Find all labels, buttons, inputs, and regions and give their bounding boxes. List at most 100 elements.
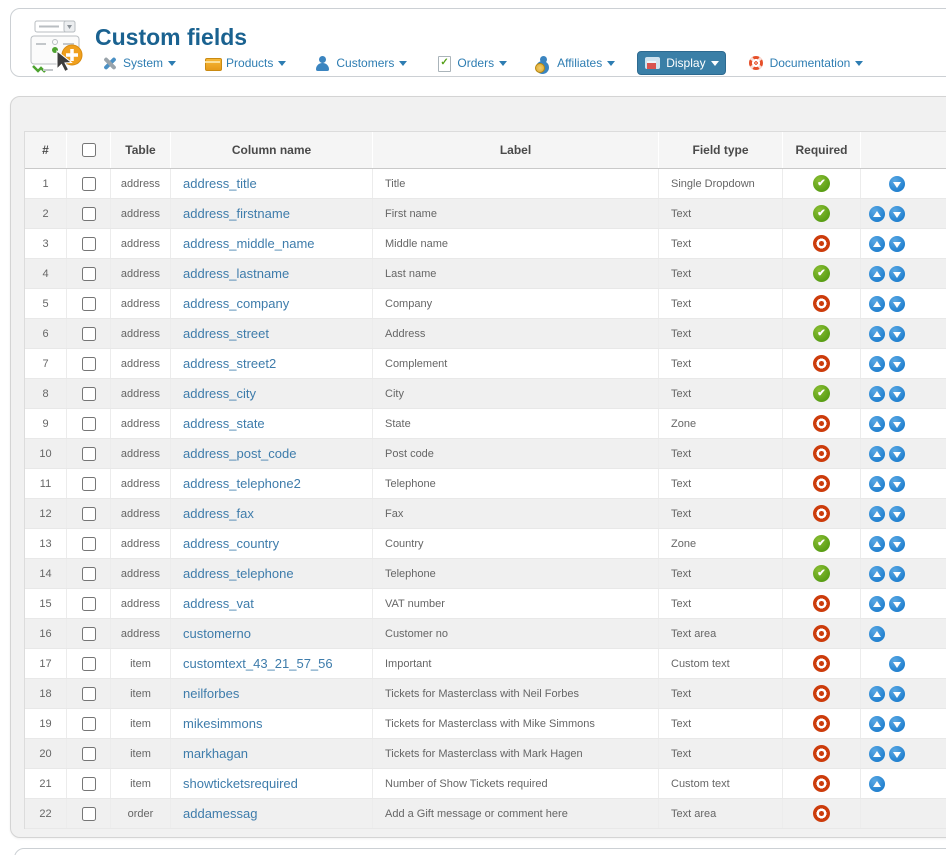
row-checkbox[interactable] xyxy=(81,206,96,221)
row-checkbox[interactable] xyxy=(81,506,96,521)
move-up-icon[interactable] xyxy=(869,385,885,402)
row-checkbox[interactable] xyxy=(81,386,96,401)
column-name-link[interactable]: address_telephone2 xyxy=(183,476,301,491)
move-down-icon[interactable] xyxy=(889,325,905,342)
row-checkbox[interactable] xyxy=(81,626,96,641)
move-down-icon[interactable] xyxy=(889,655,905,672)
move-up-icon[interactable] xyxy=(869,205,885,222)
row-checkbox[interactable] xyxy=(81,236,96,251)
column-name-link[interactable]: address_street xyxy=(183,326,269,341)
row-checkbox[interactable] xyxy=(81,746,96,761)
column-name-link[interactable]: address_company xyxy=(183,296,289,311)
sort-arrows xyxy=(869,205,905,222)
row-table: item xyxy=(111,649,171,678)
move-up-icon[interactable] xyxy=(869,265,885,282)
move-down-icon[interactable] xyxy=(889,505,905,522)
row-required-cell xyxy=(783,469,861,498)
column-name-link[interactable]: markhagan xyxy=(183,746,248,761)
column-name-link[interactable]: address_firstname xyxy=(183,206,290,221)
nav-item[interactable]: Display xyxy=(637,51,726,75)
row-checkbox[interactable] xyxy=(81,176,96,191)
move-up-icon[interactable] xyxy=(869,235,885,252)
move-down-icon[interactable] xyxy=(889,745,905,762)
column-name-link[interactable]: address_city xyxy=(183,386,256,401)
column-name-link[interactable]: address_vat xyxy=(183,596,254,611)
sort-arrows xyxy=(869,655,905,672)
row-table: item xyxy=(111,709,171,738)
move-down-icon[interactable] xyxy=(889,235,905,252)
column-name-link[interactable]: neilforbes xyxy=(183,686,239,701)
move-up-icon[interactable] xyxy=(869,565,885,582)
row-checkbox[interactable] xyxy=(81,806,96,821)
column-name-link[interactable]: address_country xyxy=(183,536,279,551)
move-up-icon[interactable] xyxy=(869,475,885,492)
move-up-icon[interactable] xyxy=(869,505,885,522)
row-checkbox[interactable] xyxy=(81,416,96,431)
row-column-name-cell: address_post_code xyxy=(171,439,373,468)
column-name-link[interactable]: address_lastname xyxy=(183,266,289,281)
nav-item[interactable]: Affiliates xyxy=(529,52,621,74)
row-checkbox[interactable] xyxy=(81,776,96,791)
row-checkbox[interactable] xyxy=(81,686,96,701)
row-checkbox[interactable] xyxy=(81,326,96,341)
row-checkbox[interactable] xyxy=(81,536,96,551)
move-up-icon[interactable] xyxy=(869,775,885,792)
row-checkbox[interactable] xyxy=(81,656,96,671)
move-up-icon[interactable] xyxy=(869,535,885,552)
move-down-icon[interactable] xyxy=(889,475,905,492)
nav-item[interactable]: Customers xyxy=(308,52,413,74)
column-name-link[interactable]: address_title xyxy=(183,176,257,191)
move-down-icon[interactable] xyxy=(889,595,905,612)
row-checkbox[interactable] xyxy=(81,716,96,731)
nav-item[interactable]: Products xyxy=(198,52,292,74)
column-name-link[interactable]: customtext_43_21_57_56 xyxy=(183,656,333,671)
move-down-icon[interactable] xyxy=(889,295,905,312)
nav-item[interactable]: System xyxy=(95,52,182,74)
move-up-icon[interactable] xyxy=(869,445,885,462)
move-up-icon[interactable] xyxy=(869,685,885,702)
column-name-link[interactable]: addamessag xyxy=(183,806,257,821)
move-down-icon[interactable] xyxy=(889,355,905,372)
column-name-link[interactable]: address_telephone xyxy=(183,566,294,581)
move-down-icon[interactable] xyxy=(889,265,905,282)
column-name-link[interactable]: address_state xyxy=(183,416,265,431)
row-checkbox[interactable] xyxy=(81,476,96,491)
move-up-icon[interactable] xyxy=(869,415,885,432)
move-down-icon[interactable] xyxy=(889,415,905,432)
column-name-link[interactable]: address_post_code xyxy=(183,446,296,461)
move-down-icon[interactable] xyxy=(889,205,905,222)
row-checkbox[interactable] xyxy=(81,356,96,371)
move-up-icon[interactable] xyxy=(869,325,885,342)
select-all-checkbox[interactable] xyxy=(81,143,96,157)
column-name-link[interactable]: address_street2 xyxy=(183,356,276,371)
move-up-icon[interactable] xyxy=(869,625,885,642)
move-down-icon[interactable] xyxy=(889,385,905,402)
move-up-icon[interactable] xyxy=(869,295,885,312)
move-down-icon[interactable] xyxy=(889,685,905,702)
column-name-link[interactable]: mikesimmons xyxy=(183,716,262,731)
row-checkbox[interactable] xyxy=(81,446,96,461)
row-checkbox[interactable] xyxy=(81,566,96,581)
row-checkbox[interactable] xyxy=(81,266,96,281)
move-up-icon[interactable] xyxy=(869,745,885,762)
move-down-icon[interactable] xyxy=(889,565,905,582)
nav-item[interactable]: Orders xyxy=(429,52,513,74)
column-name-link[interactable]: address_middle_name xyxy=(183,236,315,251)
move-down-icon[interactable] xyxy=(889,535,905,552)
row-checkbox[interactable] xyxy=(81,296,96,311)
column-name-link[interactable]: showticketsrequired xyxy=(183,776,298,791)
row-label: Address xyxy=(373,319,659,348)
row-checkbox[interactable] xyxy=(81,596,96,611)
move-down-icon[interactable] xyxy=(889,175,905,192)
move-up-icon[interactable] xyxy=(869,355,885,372)
row-field-type: Zone xyxy=(659,529,783,558)
move-up-icon[interactable] xyxy=(869,595,885,612)
required-status-icon xyxy=(813,715,830,732)
move-up-icon[interactable] xyxy=(869,715,885,732)
nav-item[interactable]: Documentation xyxy=(742,52,870,74)
move-down-icon[interactable] xyxy=(889,445,905,462)
move-down-icon[interactable] xyxy=(889,715,905,732)
column-name-link[interactable]: address_fax xyxy=(183,506,254,521)
row-field-type: Text xyxy=(659,679,783,708)
column-name-link[interactable]: customerno xyxy=(183,626,251,641)
